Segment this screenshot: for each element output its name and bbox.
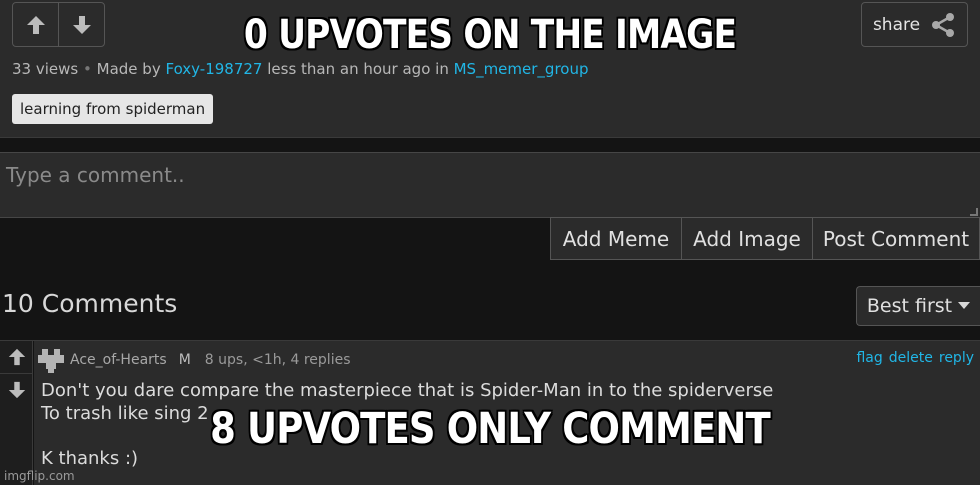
post-tag[interactable]: learning from spiderman [12,94,214,124]
add-meme-button[interactable]: Add Meme [551,218,682,259]
time-label: less than an hour ago in [267,60,449,78]
comment-input[interactable]: Type a comment.. [0,152,980,218]
caret-down-icon [958,302,971,309]
comment-count: 10 Comments [2,289,178,318]
downvote-button[interactable] [58,3,104,46]
avatar-icon[interactable] [38,347,64,373]
vote-group [12,2,105,47]
sort-dropdown[interactable]: Best first [856,286,980,326]
share-icon [932,12,955,37]
add-image-button[interactable]: Add Image [682,218,813,259]
comment-stats: 8 ups, <1h, 4 replies [204,352,351,368]
view-count: 33 views [12,60,79,78]
comment-upvote-button[interactable] [0,341,33,373]
upvote-button[interactable] [13,3,58,46]
comment-links: flag delete reply [856,350,974,366]
user-role-badge: M [178,352,191,368]
sort-label: Best first [866,295,953,317]
caption-top: 0 UPVOTES ON THE IMAGE [243,12,737,58]
share-button[interactable]: share [861,2,968,47]
comment-placeholder: Type a comment.. [6,163,185,187]
flag-link[interactable]: flag [856,350,882,366]
delete-link[interactable]: delete [889,350,933,366]
arrow-up-icon [8,348,25,366]
comment-actions: Add Meme Add Image Post Comment [550,217,980,260]
arrow-down-icon [72,15,91,34]
resize-handle[interactable] [970,208,978,216]
made-by-label: Made by [96,60,161,78]
comment-downvote-button[interactable] [0,373,33,405]
arrow-up-icon [26,15,45,34]
author-link[interactable]: Foxy-198727 [165,60,262,78]
caption-bottom: 8 UPVOTES ONLY COMMENT [210,404,771,454]
comment-line: Don't you dare compare the masterpiece t… [41,380,774,401]
comment-header: Ace_of-Hearts M 8 ups, <1h, 4 replies [38,347,351,373]
comment-vote-column [0,341,33,485]
arrow-down-icon [8,381,25,398]
post-comment-button[interactable]: Post Comment [813,218,979,259]
meta-separator: • [83,60,92,78]
comment-username[interactable]: Ace_of-Hearts [70,352,167,368]
share-label: share [872,14,921,35]
watermark: imgflip.com [4,469,75,483]
post-meta: 33 views • Made by Foxy-198727 less than… [12,60,589,78]
reply-link[interactable]: reply [939,350,974,366]
stream-link[interactable]: MS_memer_group [454,60,589,78]
